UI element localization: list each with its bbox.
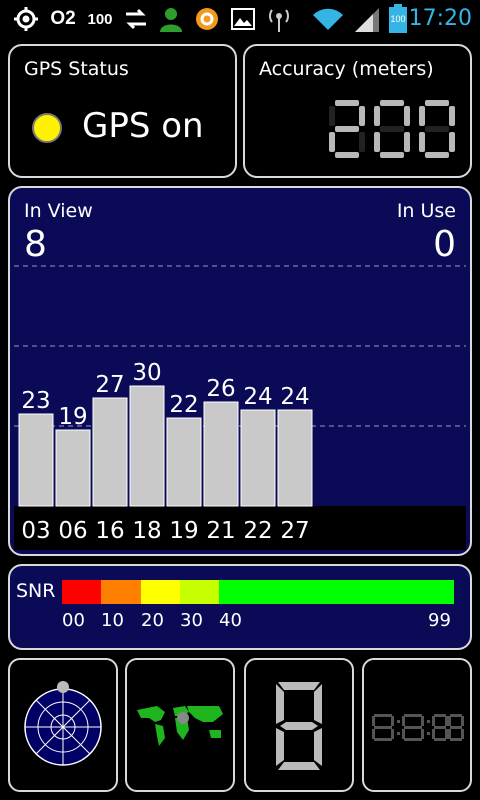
chart-value-label: 27 [95,372,124,398]
chart-bar-27 [277,409,313,507]
chart-value-label: 23 [21,388,50,414]
clock-tile[interactable] [362,658,472,792]
battery-level-text: 100 [390,14,406,24]
operator-logo: O2 [50,8,76,29]
snr-label: SNR [16,580,56,602]
gps-crosshair-icon [10,0,42,38]
digital-clock-icon [372,714,464,741]
chart-value-label: 19 [58,404,87,430]
lcd-segment [425,126,449,132]
clock-time: 17:20 [408,6,472,31]
snr-tick-10: 10 [101,610,124,631]
lcd-segment [329,106,335,126]
lcd-segment [380,126,404,132]
chart-category-label: 18 [132,518,161,544]
lcd-segment [359,132,365,152]
gps-indicator-icon [32,113,62,143]
accuracy-title: Accuracy (meters) [259,58,434,80]
image-gallery-icon [228,0,258,38]
lcd-segment [404,106,410,126]
snr-segment-red [62,580,101,604]
chart-bar-03 [18,413,54,507]
chart-category-label: 03 [21,518,50,544]
chart-value-label: 26 [206,376,235,402]
chart-bar-19 [166,417,202,507]
lcd-segment [380,152,404,158]
gps-status-title: GPS Status [24,58,129,80]
sky-view-tile[interactable] [8,658,118,792]
in-use-value: 0 [433,224,456,265]
chart-category-label: 16 [95,518,124,544]
chart-bar-06 [55,429,91,507]
chart-value-label: 24 [280,384,309,410]
satellite-chart-panel[interactable]: 23 03 19 06 27 16 30 18 22 19 26 21 24 22 24 27 In View… [8,186,472,556]
app-orange-icon [192,0,222,38]
digital-digit-icon [276,682,322,770]
in-view-label: In View [24,200,93,222]
satellite-count-tile[interactable] [244,658,354,792]
chart-category-label: 27 [280,518,309,544]
lcd-segment [380,100,404,106]
snr-tick-40: 40 [219,610,242,631]
lcd-segment [335,100,359,106]
chart-category-label: 22 [243,518,272,544]
chart-bar-22 [240,409,276,507]
snr-tick-99: 99 [428,610,451,631]
snr-segment-yellowgreen [180,580,219,604]
snr-bar-chart: 23 03 19 06 27 16 30 18 22 19 26 21 24 22 24 27 [14,265,466,550]
snr-color-scale [62,580,454,604]
in-view-value: 8 [24,224,47,265]
snr-segment-green [219,580,454,604]
chart-category-label: 21 [206,518,235,544]
chart-bar-21 [203,401,239,507]
chart-category-label: 06 [58,518,87,544]
lcd-segment [335,152,359,158]
lcd-segment [449,132,455,152]
chart-bar-16 [92,397,128,507]
snr-tick-00: 00 [62,610,85,631]
snr-segment-yellow [141,580,180,604]
broadcast-antenna-icon [264,0,294,38]
snr-segment-orange [101,580,141,604]
in-use-label: In Use [396,200,456,222]
lcd-segment [449,106,455,126]
gps-state-text: GPS on [82,106,204,146]
lcd-segment [374,132,380,152]
chart-category-label: 19 [169,518,198,544]
chart-bar-18 [129,385,165,507]
lcd-segment [404,132,410,152]
lcd-segment [419,106,425,126]
lcd-segment [425,100,449,106]
lcd-segment [419,132,425,152]
lcd-segment [329,132,335,152]
gps-status-panel[interactable]: GPS Status GPS on [8,44,237,178]
accuracy-panel[interactable]: Accuracy (meters) 200 [243,44,472,178]
contact-person-icon [156,0,186,38]
lcd-segment [374,106,380,126]
chart-value-label: 30 [132,360,161,386]
accuracy-lcd-display [329,100,455,158]
snr-tick-20: 20 [141,610,164,631]
world-map-icon [131,704,229,748]
chart-value-label: 22 [169,392,198,418]
snr-tick-30: 30 [180,610,203,631]
lcd-segment [425,152,449,158]
world-map-tile[interactable] [125,658,235,792]
sync-arrows-icon [122,0,150,38]
status-bar: O2 100 100 17:20 [0,0,480,38]
snr-legend-panel[interactable]: SNR 00 10 20 30 40 99 [8,564,472,650]
chart-value-label: 24 [243,384,272,410]
signal-number: 100 [87,10,113,28]
wifi-icon [310,0,346,38]
cell-signal-icon [352,0,382,38]
lcd-segment [359,106,365,126]
radar-sky-view-icon [24,681,102,766]
lcd-segment [335,126,359,132]
